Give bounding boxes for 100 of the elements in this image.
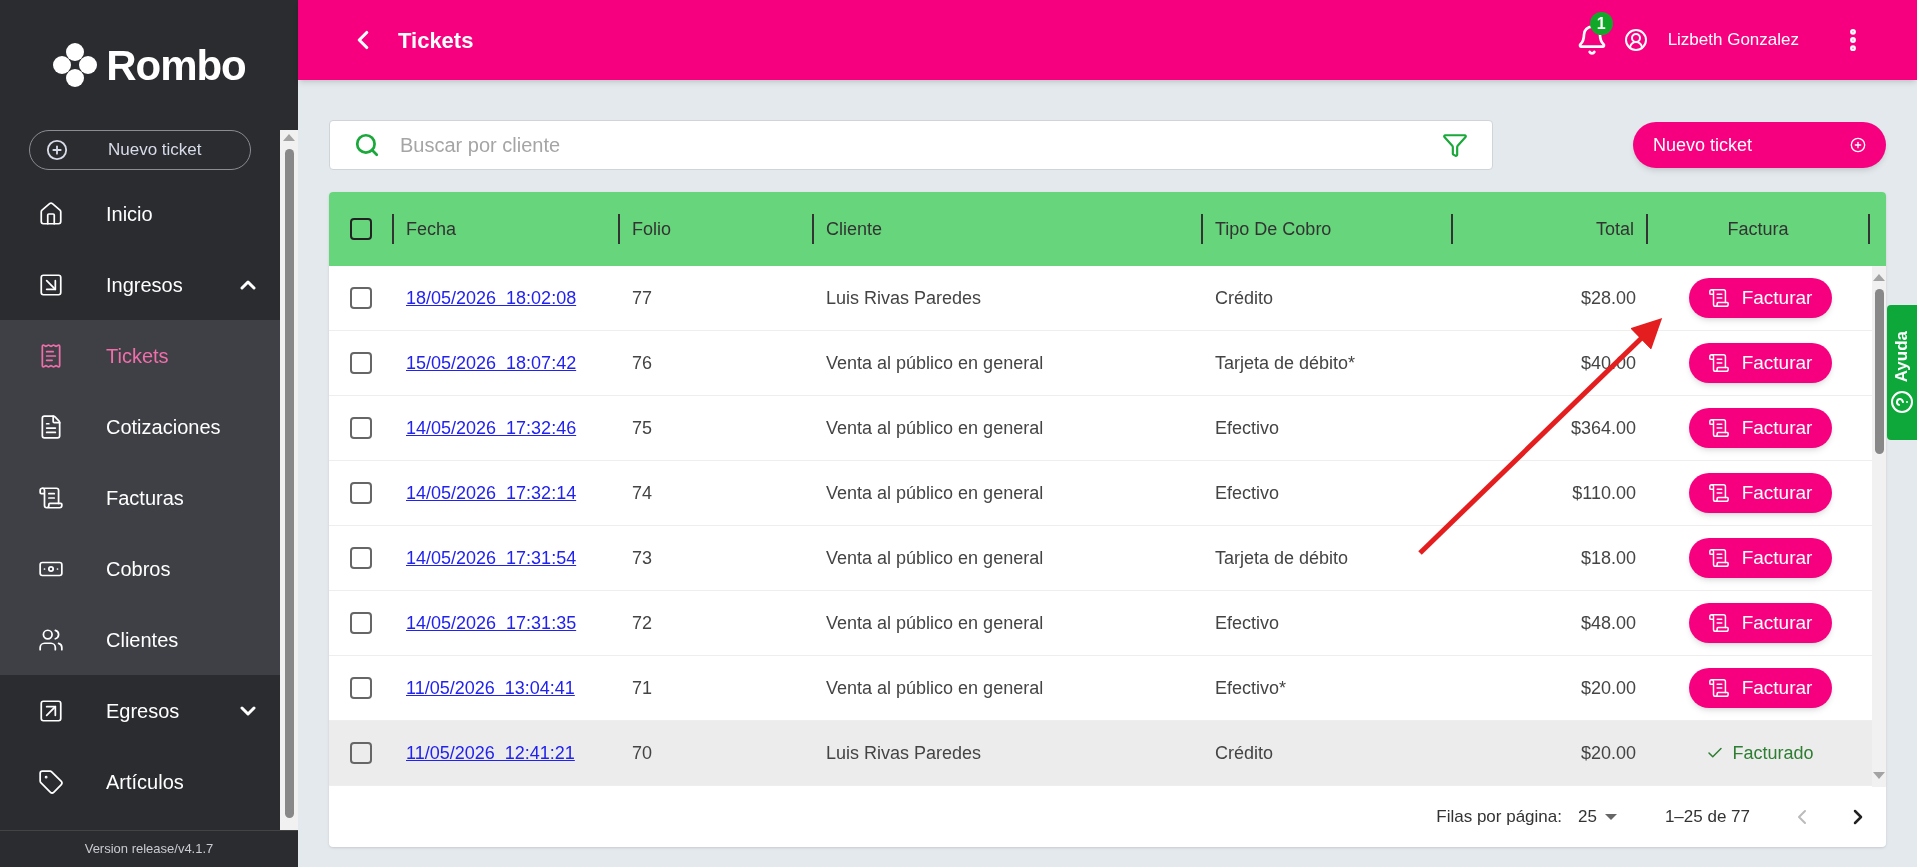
row-checkbox[interactable] xyxy=(349,612,372,634)
invoice-icon xyxy=(1707,547,1730,569)
sidebar-item[interactable]: Ingresos xyxy=(0,249,280,320)
table-cell: $48.00 xyxy=(1580,612,1636,633)
sidebar-item[interactable]: Tickets xyxy=(0,320,280,391)
table-cell: Efectivo xyxy=(1215,417,1280,438)
caret-icon xyxy=(1604,814,1617,820)
table-cell: $20.00 xyxy=(1580,677,1636,698)
column-header[interactable]: Fecha xyxy=(406,215,457,243)
tag-icon xyxy=(38,768,64,795)
new-ticket-button[interactable]: Nuevo ticket xyxy=(1633,122,1886,168)
row-checkbox[interactable] xyxy=(349,417,372,439)
logo-icon xyxy=(52,42,99,88)
search-field[interactable]: Buscar por cliente xyxy=(329,120,1493,170)
invoice-button[interactable]: Facturar xyxy=(1688,408,1832,448)
table-cell: 72 xyxy=(632,612,653,633)
page-title: Tickets xyxy=(398,26,474,55)
table-cell: Tarjeta de débito xyxy=(1215,547,1349,568)
invoice-button[interactable]: Facturar xyxy=(1688,603,1832,643)
sidebar-item[interactable]: Egresos xyxy=(0,675,280,746)
row-checkbox[interactable] xyxy=(349,677,372,699)
date-link[interactable]: 14/05/2026 17:31:35 xyxy=(406,612,577,633)
column-header[interactable]: Cliente xyxy=(826,215,883,243)
table-cell: $28.00 xyxy=(1580,287,1636,308)
page-range: 1–25 de 77 xyxy=(1664,806,1750,829)
table-cell: Efectivo xyxy=(1215,482,1280,503)
sidebar-item[interactable]: Cotizaciones xyxy=(0,391,280,462)
date-link[interactable]: 11/05/2026 13:04:41 xyxy=(406,677,575,698)
table-row[interactable]: 14/05/2026 17:31:54 73 Venta al público en general Tarjeta de débito $18.00 Facturar xyxy=(329,526,1872,591)
table-cell: 73 xyxy=(632,547,653,568)
table-cell: 76 xyxy=(632,352,653,373)
invoice-icon xyxy=(1707,287,1730,309)
table-cell: Efectivo* xyxy=(1215,677,1287,698)
sidebar-item[interactable]: Cobros xyxy=(0,533,280,604)
date-link[interactable]: 14/05/2026 17:31:54 xyxy=(406,547,577,568)
plus-icon xyxy=(46,139,68,161)
sidebar-item[interactable]: Facturas xyxy=(0,462,280,533)
date-link[interactable]: 18/05/2026 18:02:08 xyxy=(406,287,577,308)
table-cell: Crédito xyxy=(1215,287,1274,308)
column-header[interactable]: Factura xyxy=(1727,215,1789,243)
table-cell: $364.00 xyxy=(1570,417,1636,438)
table-cell: Crédito xyxy=(1215,742,1274,763)
table-row[interactable]: 11/05/2026 13:04:41 71 Venta al público en general Efectivo* $20.00 Facturar xyxy=(329,656,1872,721)
select-all-checkbox[interactable] xyxy=(349,218,372,240)
date-link[interactable]: 15/05/2026 18:07:42 xyxy=(406,352,577,373)
date-link[interactable]: 14/05/2026 17:32:46 xyxy=(406,417,577,438)
invoice-button[interactable]: Facturar xyxy=(1688,538,1832,578)
scroll-icon xyxy=(38,484,64,511)
invoice-button[interactable]: Facturar xyxy=(1688,668,1832,708)
table-cell: Venta al público en general xyxy=(826,352,1044,373)
search-input[interactable]: Buscar por cliente xyxy=(400,130,1422,160)
column-header[interactable]: Folio xyxy=(632,215,671,243)
sidebar-item[interactable]: Clientes xyxy=(0,604,280,675)
invoice-icon xyxy=(1707,352,1730,374)
invoice-icon xyxy=(1707,482,1730,504)
invoice-button[interactable]: Facturar xyxy=(1688,473,1832,513)
filter-icon[interactable] xyxy=(1442,132,1468,158)
column-header[interactable]: Tipo De Cobro xyxy=(1215,215,1332,243)
document-icon xyxy=(38,413,64,440)
table-cell: Venta al público en general xyxy=(826,417,1044,438)
help-icon xyxy=(1890,390,1914,415)
table-scrollbar[interactable] xyxy=(1872,266,1886,787)
house-icon xyxy=(38,200,64,227)
table-cell: 74 xyxy=(632,482,653,503)
table-cell: 75 xyxy=(632,417,653,438)
table-cell: Luis Rivas Paredes xyxy=(826,287,982,308)
notification-count: 1 xyxy=(1589,12,1613,35)
sidebar-item[interactable]: Artículos xyxy=(0,746,280,817)
rows-per-page-select[interactable]: 25 xyxy=(1578,804,1617,830)
invoice-icon xyxy=(1707,677,1730,699)
date-link[interactable]: 11/05/2026 12:41:21 xyxy=(406,742,575,763)
invoice-icon xyxy=(1707,417,1730,439)
column-header[interactable]: Total xyxy=(1595,215,1634,243)
user-name[interactable]: Lizbeth Gonzalez xyxy=(1667,27,1799,53)
table-cell: Venta al público en general xyxy=(826,482,1044,503)
user-icon[interactable] xyxy=(1623,28,1648,52)
table-row[interactable]: 18/05/2026 18:02:08 77 Luis Rivas Paredes Crédito $28.00 Facturar xyxy=(329,266,1872,331)
users-icon xyxy=(38,626,64,653)
sidebar-item[interactable]: Inicio xyxy=(0,178,280,249)
table-row[interactable]: 14/05/2026 17:32:46 75 Venta al público en general Efectivo $364.00 Facturar xyxy=(329,396,1872,461)
row-checkbox[interactable] xyxy=(349,742,372,764)
logo-text: Rombo xyxy=(106,40,246,91)
table-row[interactable]: 11/05/2026 12:41:21 70 Luis Rivas Paredes Crédito $20.00 Facturado xyxy=(329,721,1872,786)
rows-per-page-label: Filas por página: xyxy=(1436,806,1562,829)
table-cell: $18.00 xyxy=(1580,547,1636,568)
invoice-button[interactable]: Facturar xyxy=(1688,343,1832,383)
row-checkbox[interactable] xyxy=(349,547,372,569)
table-cell: 71 xyxy=(632,677,653,698)
receipt-icon xyxy=(38,342,64,369)
row-checkbox[interactable] xyxy=(349,287,372,309)
row-checkbox[interactable] xyxy=(349,482,372,504)
table-row[interactable]: 14/05/2026 17:32:14 74 Venta al público en general Efectivo $110.00 Facturar xyxy=(329,461,1872,526)
row-checkbox[interactable] xyxy=(349,352,372,374)
table-row[interactable]: 14/05/2026 17:31:35 72 Venta al público en general Efectivo $48.00 Facturar xyxy=(329,591,1872,656)
plus-icon xyxy=(1850,137,1866,153)
table-cell: 70 xyxy=(632,742,653,763)
scrollbar[interactable] xyxy=(280,130,298,830)
invoiced-status: Facturado xyxy=(1732,741,1814,765)
invoice-button[interactable]: Facturar xyxy=(1688,278,1832,318)
date-link[interactable]: 14/05/2026 17:32:14 xyxy=(406,482,577,503)
